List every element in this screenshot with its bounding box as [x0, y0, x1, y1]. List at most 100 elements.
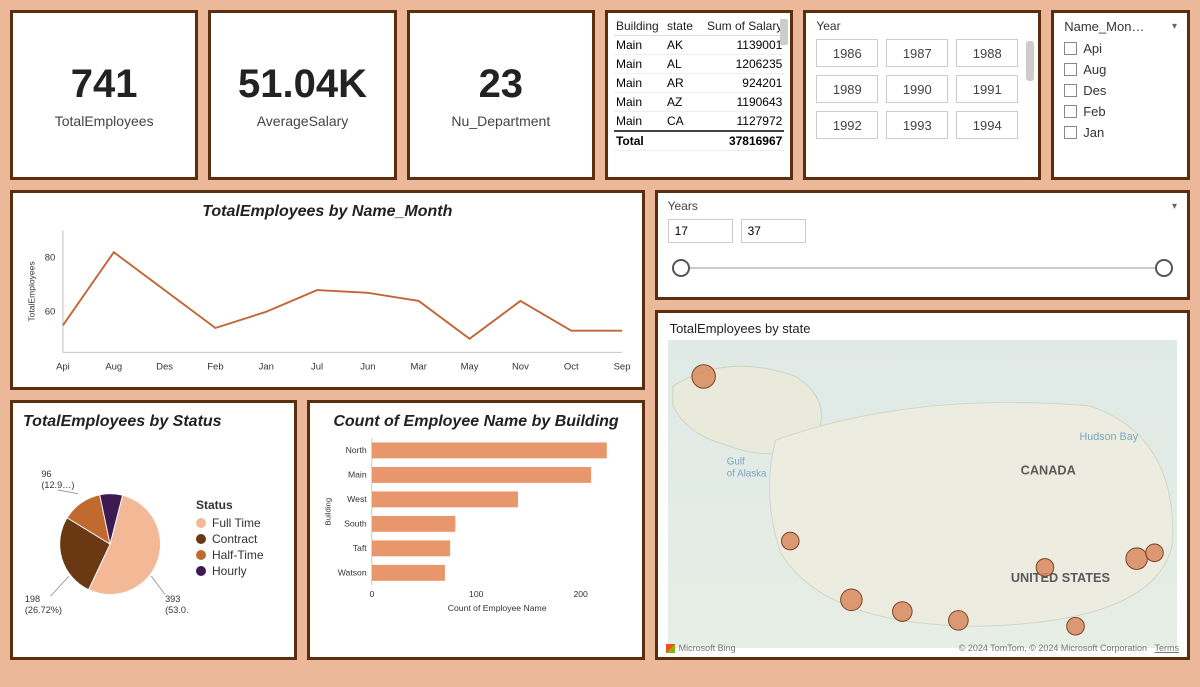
years-range-slicer: Years ▾	[655, 190, 1190, 300]
kpi-value: 741	[71, 62, 138, 107]
pie-chart[interactable]: 393(53.0…)198(26.72%)96(12.9…)	[23, 457, 188, 622]
month-checkbox-row[interactable]: Aug	[1064, 59, 1177, 80]
svg-text:200: 200	[574, 589, 589, 599]
year-button[interactable]: 1989	[816, 75, 878, 103]
svg-text:Jul: Jul	[311, 361, 323, 372]
checkbox-label: Feb	[1083, 104, 1105, 119]
svg-text:198: 198	[25, 593, 40, 603]
year-button[interactable]: 1987	[886, 39, 948, 67]
range-slider[interactable]	[668, 255, 1177, 285]
chart-title: TotalEmployees by state	[670, 321, 1177, 336]
svg-text:South: South	[345, 518, 368, 528]
map-attribution-left: Microsoft Bing	[666, 643, 736, 653]
scrollbar[interactable]	[1026, 41, 1034, 81]
legend-item[interactable]: Contract	[196, 532, 264, 546]
svg-text:80: 80	[45, 253, 56, 264]
slicer-title: Name_Mon…	[1064, 19, 1144, 34]
checkbox-icon[interactable]	[1064, 42, 1077, 55]
svg-text:Des: Des	[156, 361, 173, 372]
slider-handle-min[interactable]	[672, 259, 690, 277]
table-header[interactable]: Sum of Salary	[698, 17, 785, 36]
range-to-input[interactable]	[741, 219, 806, 243]
month-checkbox-row[interactable]: Jan	[1064, 122, 1177, 143]
table-row[interactable]: MainAZ1190643	[614, 93, 784, 112]
table-header[interactable]: Building	[614, 17, 665, 36]
legend-item[interactable]: Full Time	[196, 516, 264, 530]
table-total-label: Total	[614, 131, 698, 151]
chevron-down-icon[interactable]: ▾	[1172, 21, 1177, 32]
year-slicer: Year 19861987198819891990199119921993199…	[803, 10, 1041, 180]
checkbox-label: Des	[1083, 83, 1106, 98]
svg-text:(12.9…): (12.9…)	[41, 480, 74, 490]
map-attribution-right: © 2024 TomTom, © 2024 Microsoft Corporat…	[959, 643, 1179, 653]
kpi-value: 23	[479, 62, 524, 107]
month-checkbox-row[interactable]: Des	[1064, 80, 1177, 101]
table-row[interactable]: MainAL1206235	[614, 55, 784, 74]
table-row[interactable]: MainAK1139001	[614, 36, 784, 55]
checkbox-label: Aug	[1083, 62, 1106, 77]
bar-chart[interactable]: NorthMainWestSouthTaftWatson0100200Count…	[320, 433, 631, 614]
table-row[interactable]: MainCA1127972	[614, 112, 784, 132]
checkbox-icon[interactable]	[1064, 63, 1077, 76]
chevron-down-icon[interactable]: ▾	[1172, 201, 1177, 212]
bar-chart-card: Count of Employee Name by Building North…	[307, 400, 644, 660]
month-checkbox-row[interactable]: Feb	[1064, 101, 1177, 122]
kpi-label: AverageSalary	[257, 113, 349, 129]
svg-text:100: 100	[470, 589, 485, 599]
checkbox-icon[interactable]	[1064, 126, 1077, 139]
bing-icon	[666, 644, 675, 653]
legend-item[interactable]: Hourly	[196, 564, 264, 578]
year-button[interactable]: 1991	[956, 75, 1018, 103]
year-button[interactable]: 1988	[956, 39, 1018, 67]
svg-text:(53.0…): (53.0…)	[165, 604, 188, 614]
pie-legend: StatusFull TimeContractHalf-TimeHourly	[196, 498, 264, 580]
slider-handle-max[interactable]	[1155, 259, 1173, 277]
year-button[interactable]: 1992	[816, 111, 878, 139]
line-chart-card: TotalEmployees by Name_Month 6080ApiAugD…	[10, 190, 645, 390]
table-row[interactable]: MainAR924201	[614, 74, 784, 93]
chart-title: TotalEmployees by Name_Month	[23, 203, 632, 221]
chart-title: TotalEmployees by Status	[23, 413, 284, 431]
legend-item[interactable]: Half-Time	[196, 548, 264, 562]
scrollbar[interactable]	[780, 19, 788, 45]
svg-text:(26.72%): (26.72%)	[25, 604, 62, 614]
range-from-input[interactable]	[668, 219, 733, 243]
svg-text:Jun: Jun	[360, 361, 375, 372]
line-chart[interactable]: 6080ApiAugDesFebJanJulJunMarMayNovOctSep…	[23, 223, 632, 375]
svg-text:0: 0	[370, 589, 375, 599]
svg-text:Mar: Mar	[411, 361, 427, 372]
kpi-nu-department: 23 Nu_Department	[407, 10, 595, 180]
checkbox-icon[interactable]	[1064, 84, 1077, 97]
svg-text:Building: Building	[324, 498, 333, 526]
pie-chart-card: TotalEmployees by Status 393(53.0…)198(2…	[10, 400, 297, 660]
year-button[interactable]: 1990	[886, 75, 948, 103]
svg-text:Api: Api	[56, 361, 70, 372]
svg-text:Aug: Aug	[105, 361, 122, 372]
svg-text:May: May	[461, 361, 479, 372]
year-button[interactable]: 1993	[886, 111, 948, 139]
svg-text:Sep: Sep	[614, 361, 631, 372]
month-slicer: Name_Mon… ▾ Api Aug Des Feb Jan	[1051, 10, 1190, 180]
svg-text:TotalEmployees: TotalEmployees	[26, 261, 36, 321]
table-total-value: 37816967	[698, 131, 785, 151]
checkbox-icon[interactable]	[1064, 105, 1077, 118]
svg-text:West: West	[348, 494, 368, 504]
svg-text:Watson: Watson	[338, 567, 367, 577]
map[interactable]: Gulfof AlaskaHudson BayCANADAUNITED STAT…	[668, 340, 1177, 648]
salary-table[interactable]: BuildingstateSum of Salary MainAK1139001…	[614, 17, 784, 151]
terms-link[interactable]: Terms	[1154, 643, 1179, 653]
svg-text:Nov: Nov	[512, 361, 529, 372]
svg-text:Jan: Jan	[259, 361, 274, 372]
year-button[interactable]: 1994	[956, 111, 1018, 139]
checkbox-label: Jan	[1083, 125, 1104, 140]
svg-text:Hudson Bay: Hudson Bay	[1079, 431, 1138, 443]
table-header[interactable]: state	[665, 17, 698, 36]
month-checkbox-row[interactable]: Api	[1064, 38, 1177, 59]
kpi-total-employees: 741 TotalEmployees	[10, 10, 198, 180]
salary-table-card: BuildingstateSum of Salary MainAK1139001…	[605, 10, 793, 180]
svg-text:of Alaska: of Alaska	[726, 468, 766, 479]
year-button[interactable]: 1986	[816, 39, 878, 67]
svg-text:96: 96	[41, 469, 51, 479]
slicer-title: Years	[668, 199, 698, 213]
svg-text:CANADA: CANADA	[1020, 462, 1075, 477]
